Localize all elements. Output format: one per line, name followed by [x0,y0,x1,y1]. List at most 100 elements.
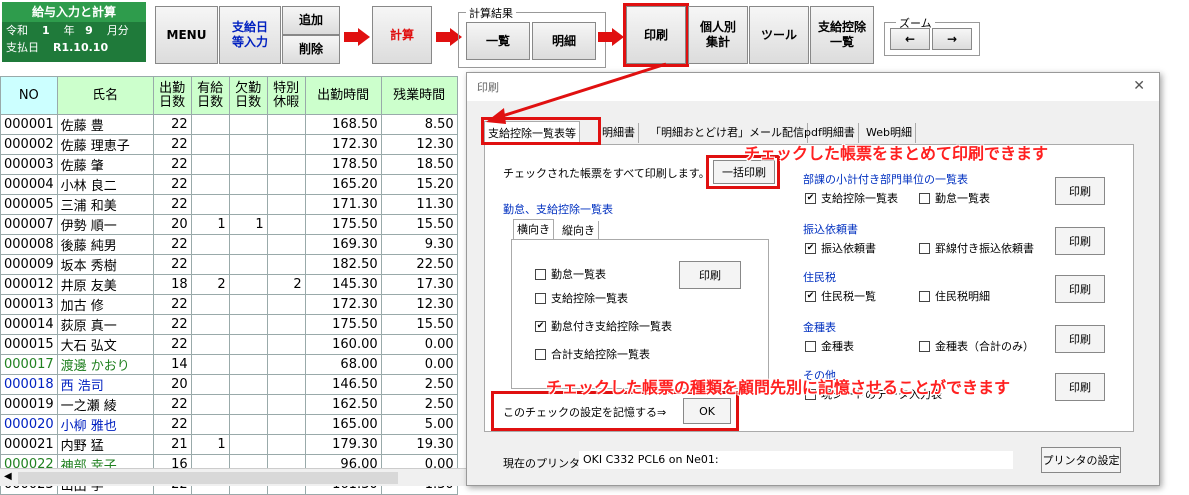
overtime-hours[interactable]: 5.00 [380,414,458,435]
work-hours[interactable]: 168.50 [304,114,382,135]
employee-name[interactable]: 井原 友美 [56,274,154,295]
employee-no[interactable]: 000008 [0,234,58,255]
employee-no[interactable]: 000021 [0,434,58,455]
close-icon[interactable]: ✕ [1133,78,1145,94]
employee-no[interactable]: 000001 [0,114,58,135]
checkbox-section-3-b[interactable]: 金種表（合計のみ） [919,338,1034,354]
overtime-hours[interactable]: 8.50 [380,114,458,135]
employee-no[interactable]: 000005 [0,194,58,215]
work-hours[interactable]: 178.50 [304,154,382,175]
checkbox-section-3-a[interactable]: 金種表 [805,338,854,354]
print-button-section-0[interactable]: 印刷 [1055,177,1105,205]
special-leave[interactable] [266,214,306,235]
table-row[interactable]: 000001 佐藤 豊 22 168.50 8.50 [0,114,458,135]
year-value[interactable]: 1 [42,24,50,37]
paid-days[interactable] [190,354,230,375]
kyuyo-input-button[interactable]: 支給日 等入力 [219,6,281,64]
checkbox-box[interactable] [535,268,546,280]
absent-days[interactable] [228,134,268,155]
employee-name[interactable]: 渡邊 かおり [56,354,154,375]
employee-no[interactable]: 000019 [0,394,58,415]
print-button-section-1[interactable]: 印刷 [1055,227,1105,255]
checkbox-box[interactable] [919,290,930,302]
kojin-summary-button[interactable]: 個人別 集計 [688,6,748,64]
checkbox-left-1[interactable]: 支給控除一覧表 [535,290,628,306]
checkbox-box[interactable]: ✔ [805,192,816,204]
absent-days[interactable] [228,394,268,415]
paid-days[interactable] [190,394,230,415]
paid-days[interactable] [190,334,230,355]
employee-name[interactable]: 小林 良二 [56,174,154,195]
table-row[interactable]: 000014 荻原 真一 22 175.50 15.50 [0,314,458,335]
employee-no[interactable]: 000012 [0,274,58,295]
checkbox-box[interactable] [919,192,930,204]
special-leave[interactable] [266,354,306,375]
print-button-left[interactable]: 印刷 [679,261,741,289]
employee-name[interactable]: 三浦 和美 [56,194,154,215]
table-row[interactable]: 000009 坂本 秀樹 22 182.50 22.50 [0,254,458,275]
table-row[interactable]: 000012 井原 友美 18 2 2 145.30 17.30 [0,274,458,295]
employee-name[interactable]: 加古 修 [56,294,154,315]
absent-days[interactable] [228,294,268,315]
work-days[interactable]: 22 [152,314,192,335]
kojo-list-button[interactable]: 支給控除 一覧 [810,6,874,64]
work-hours[interactable]: 162.50 [304,394,382,415]
paid-days[interactable] [190,314,230,335]
overtime-hours[interactable]: 2.50 [380,374,458,395]
paid-days[interactable] [190,254,230,275]
work-days[interactable]: 22 [152,294,192,315]
special-leave[interactable] [266,174,306,195]
zoom-in-button[interactable]: → [932,28,972,50]
checkbox-section-1-b[interactable]: 罫線付き振込依頼書 [919,240,1034,256]
work-hours[interactable]: 171.30 [304,194,382,215]
work-days[interactable]: 20 [152,214,192,235]
work-days[interactable]: 22 [152,334,192,355]
special-leave[interactable]: 2 [266,274,306,295]
scroll-left-icon[interactable]: ◀ [4,471,12,482]
employee-no[interactable]: 000002 [0,134,58,155]
employee-no[interactable]: 000014 [0,314,58,335]
work-hours[interactable]: 175.50 [304,314,382,335]
work-days[interactable]: 18 [152,274,192,295]
absent-days[interactable] [228,434,268,455]
paid-days[interactable] [190,154,230,175]
absent-days[interactable] [228,174,268,195]
print-button-section-2[interactable]: 印刷 [1055,275,1105,303]
table-row[interactable]: 000015 大石 弘文 22 160.00 0.00 [0,334,458,355]
work-hours[interactable]: 146.50 [304,374,382,395]
checkbox-box[interactable] [919,340,930,352]
delete-button[interactable]: 削除 [282,35,340,64]
employee-no[interactable]: 000009 [0,254,58,275]
pay-date[interactable]: R1.10.10 [53,41,108,54]
employee-name[interactable]: 佐藤 豊 [56,114,154,135]
table-row[interactable]: 000004 小林 良二 22 165.20 15.20 [0,174,458,195]
absent-days[interactable] [228,274,268,295]
horizontal-scrollbar[interactable]: ◀ [0,468,466,486]
paid-days[interactable] [190,194,230,215]
paid-days[interactable] [190,174,230,195]
paid-days[interactable]: 2 [190,274,230,295]
overtime-hours[interactable]: 17.30 [380,274,458,295]
special-leave[interactable] [266,294,306,315]
add-button[interactable]: 追加 [282,6,340,35]
overtime-hours[interactable]: 9.30 [380,234,458,255]
table-row[interactable]: 000007 伊勢 順一 20 1 1 175.50 15.50 [0,214,458,235]
special-leave[interactable] [266,194,306,215]
special-leave[interactable] [266,134,306,155]
overtime-hours[interactable]: 0.00 [380,354,458,375]
special-leave[interactable] [266,414,306,435]
work-days[interactable]: 22 [152,114,192,135]
paid-days[interactable] [190,294,230,315]
absent-days[interactable] [228,154,268,175]
special-leave[interactable] [266,114,306,135]
work-hours[interactable]: 169.30 [304,234,382,255]
paid-days[interactable] [190,114,230,135]
absent-days[interactable] [228,194,268,215]
employee-name[interactable]: 佐藤 肇 [56,154,154,175]
special-leave[interactable] [266,434,306,455]
paid-days[interactable] [190,414,230,435]
absent-days[interactable] [228,374,268,395]
table-row[interactable]: 000005 三浦 和美 22 171.30 11.30 [0,194,458,215]
work-days[interactable]: 22 [152,254,192,275]
work-hours[interactable]: 172.30 [304,134,382,155]
